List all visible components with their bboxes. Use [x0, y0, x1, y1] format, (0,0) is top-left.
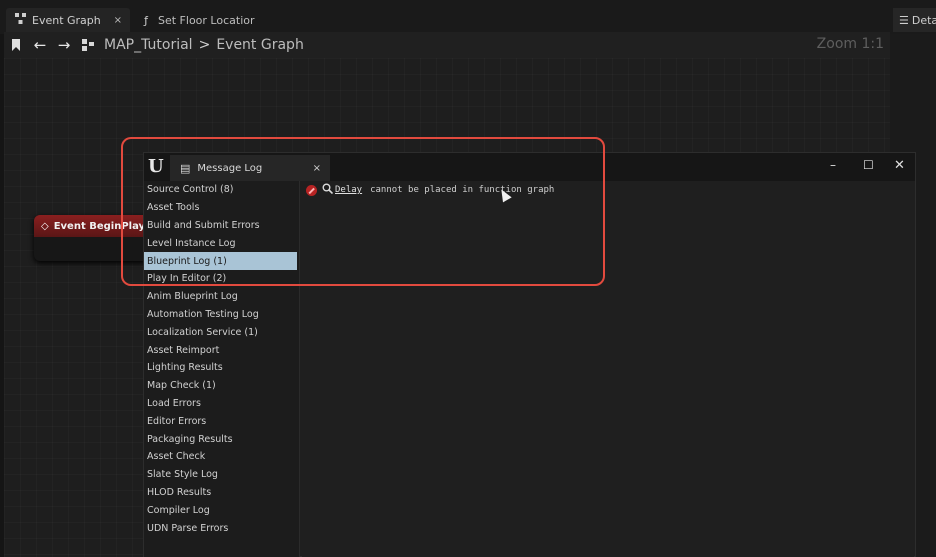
log-category-item[interactable]: UDN Parse Errors: [144, 519, 299, 537]
log-category-item[interactable]: Asset Check: [144, 448, 299, 466]
log-category-item[interactable]: Lighting Results: [144, 359, 299, 377]
event-diamond-icon: ◇: [41, 220, 49, 232]
log-category-item[interactable]: Localization Service (1): [144, 323, 299, 341]
tab-label: Event Graph: [32, 13, 101, 27]
log-category-item[interactable]: Automation Testing Log: [144, 306, 299, 324]
graph-icon: [14, 13, 26, 27]
tab-label: Deta: [911, 13, 936, 27]
window-close-icon[interactable]: ✕: [894, 158, 905, 173]
function-icon: ƒ: [144, 13, 148, 27]
bookmark-icon[interactable]: [4, 34, 28, 56]
log-category-item[interactable]: Packaging Results: [144, 430, 299, 448]
breadcrumb-map[interactable]: MAP_Tutorial: [104, 37, 193, 53]
highlight-annotation: [121, 137, 605, 286]
log-category-item[interactable]: Map Check (1): [144, 377, 299, 395]
back-arrow-icon[interactable]: ←: [28, 34, 52, 56]
log-category-item[interactable]: Load Errors: [144, 395, 299, 413]
log-category-item[interactable]: Editor Errors: [144, 412, 299, 430]
tab-set-floor-location[interactable]: ƒ Set Floor Locatior: [132, 8, 272, 32]
forward-arrow-icon[interactable]: →: [52, 34, 76, 56]
tab-event-graph[interactable]: Event Graph ×: [6, 8, 130, 32]
log-category-item[interactable]: Slate Style Log: [144, 466, 299, 484]
breadcrumb: MAP_Tutorial > Event Graph: [104, 37, 304, 53]
graph-toolbar: ← → MAP_Tutorial > Event Graph Zoom 1:1: [4, 32, 890, 58]
tab-label: Set Floor Locatior: [158, 13, 255, 27]
hierarchy-icon[interactable]: [76, 34, 100, 56]
breadcrumb-graph[interactable]: Event Graph: [216, 37, 304, 53]
document-tab-bar: Event Graph × ƒ Set Floor Locatior ☰ Det…: [0, 0, 936, 34]
log-category-item[interactable]: Asset Reimport: [144, 341, 299, 359]
log-category-item[interactable]: HLOD Results: [144, 484, 299, 502]
log-category-item[interactable]: Anim Blueprint Log: [144, 288, 299, 306]
breadcrumb-separator: >: [198, 37, 211, 53]
zoom-level: Zoom 1:1: [816, 36, 884, 52]
details-icon: ☰: [899, 13, 909, 27]
minimize-icon[interactable]: –: [830, 158, 836, 172]
log-category-item[interactable]: Compiler Log: [144, 501, 299, 519]
tab-details[interactable]: ☰ Deta: [893, 8, 936, 32]
close-icon[interactable]: ×: [114, 15, 122, 26]
maximize-icon[interactable]: ☐: [863, 158, 874, 172]
